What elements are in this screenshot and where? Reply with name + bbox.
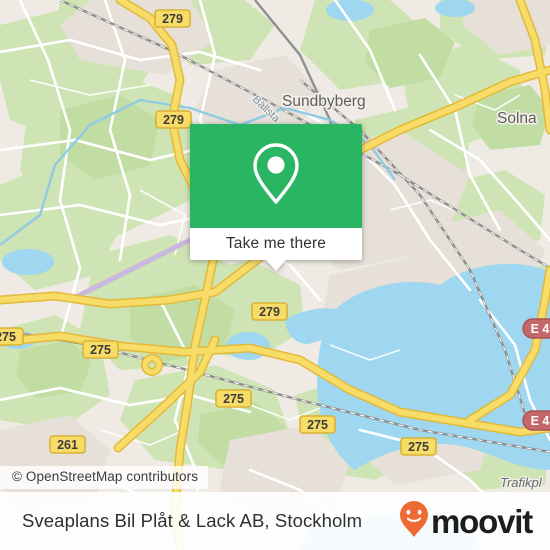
svg-text:E 4: E 4	[531, 414, 550, 428]
road-shield-279-b: 279	[155, 110, 192, 129]
moovit-logo[interactable]: moovit	[399, 500, 533, 543]
map-page: Sundbyberg Solna Bällsta Trafikpl 279 27…	[0, 0, 550, 550]
motorway-shield-e4-b: E 4	[522, 410, 550, 431]
road-shield-261: 261	[49, 435, 86, 454]
road-shield-279-c: 279	[251, 302, 288, 321]
road-shield-275-c: 275	[215, 389, 252, 408]
map-label-solna: Solna	[497, 110, 537, 127]
svg-text:E 4: E 4	[531, 322, 550, 336]
svg-text:275: 275	[0, 330, 16, 344]
popup-icon-area	[190, 124, 362, 228]
svg-text:275: 275	[223, 392, 244, 406]
popup-tail	[266, 260, 286, 271]
map-label-sundbyberg: Sundbyberg	[282, 93, 366, 110]
svg-text:275: 275	[307, 418, 328, 432]
road-shield-275-e: 275	[400, 437, 437, 456]
place-title: Sveaplans Bil Plåt & Lack AB, Stockholm	[22, 510, 363, 531]
svg-text:261: 261	[57, 438, 78, 452]
road-shield-275-b: 275	[82, 340, 119, 359]
footer-bar: Sveaplans Bil Plåt & Lack AB, Stockholm …	[0, 492, 550, 550]
svg-text:275: 275	[90, 343, 111, 357]
road-shield-279-a: 279	[154, 9, 191, 28]
take-me-there-label: Take me there	[225, 235, 327, 252]
osm-attribution: © OpenStreetMap contributors	[0, 466, 209, 489]
location-popup[interactable]: Take me there	[190, 124, 362, 271]
svg-text:279: 279	[163, 113, 184, 127]
svg-text:279: 279	[259, 305, 280, 319]
map-label-trafikpl: Trafikpl	[500, 475, 543, 490]
svg-text:279: 279	[162, 12, 183, 26]
moovit-smile-pin-icon	[399, 500, 429, 543]
svg-text:275: 275	[408, 440, 429, 454]
take-me-there-button[interactable]: Take me there	[190, 228, 362, 271]
motorway-shield-e4-a: E 4	[522, 318, 550, 339]
moovit-wordmark: moovit	[431, 502, 533, 540]
map-pin-icon	[249, 141, 303, 212]
road-shield-275-a: 275	[0, 327, 24, 346]
road-shield-275-d: 275	[299, 415, 336, 434]
